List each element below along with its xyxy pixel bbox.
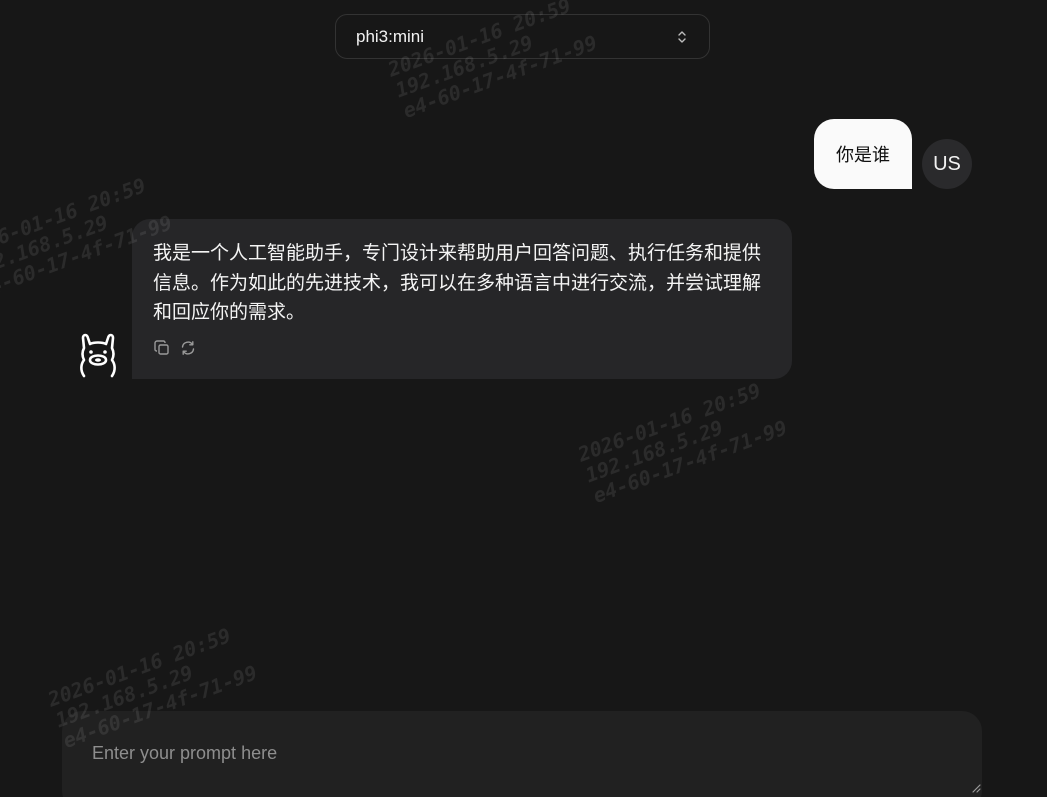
model-selector[interactable]: phi3:mini — [335, 14, 710, 59]
watermark-mac: e4-60-17-4f-71-99 — [589, 415, 791, 508]
watermark-timestamp: 2026-01-16 20:59 — [44, 623, 234, 712]
watermark-ip: 192.168.5.29 — [0, 210, 112, 283]
llama-icon — [76, 330, 120, 378]
chat-app: phi3:mini 你是谁 US 我是一个人工智能助手，专门设计来帮助用户回答问… — [0, 0, 1047, 797]
assistant-message-bubble: 我是一个人工智能助手，专门设计来帮助用户回答问题、执行任务和提供信息。作为如此的… — [132, 219, 792, 379]
chevron-up-down-icon — [675, 28, 689, 46]
user-message-bubble: 你是谁 — [814, 119, 912, 189]
model-selector-value: phi3:mini — [356, 26, 425, 46]
prompt-input[interactable] — [92, 743, 952, 783]
resize-handle-icon[interactable] — [969, 780, 981, 793]
user-message: 你是谁 US — [0, 119, 1047, 189]
watermark: 2026-01-16 20:59 192.168.5.29 e4-60-17-4… — [574, 375, 791, 508]
copy-icon[interactable] — [153, 339, 170, 356]
user-avatar: US — [922, 139, 972, 189]
watermark-timestamp: 2026-01-16 20:59 — [574, 378, 764, 467]
prompt-box — [62, 711, 982, 797]
message-actions — [153, 339, 196, 356]
regenerate-icon[interactable] — [179, 339, 196, 356]
watermark-ip: 192.168.5.29 — [582, 415, 727, 488]
assistant-message-text: 我是一个人工智能助手，专门设计来帮助用户回答问题、执行任务和提供信息。作为如此的… — [153, 243, 762, 323]
